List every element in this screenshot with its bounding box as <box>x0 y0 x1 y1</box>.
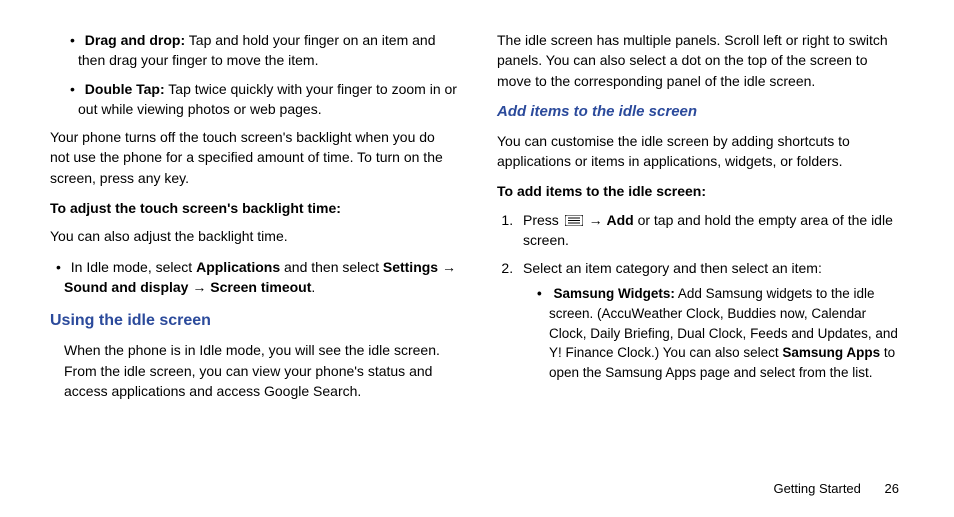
bullet-label: Drag and drop: <box>85 32 185 48</box>
bullet-settings-path: In Idle mode, select Applications and th… <box>50 257 457 298</box>
arrow: → <box>188 279 210 295</box>
samsung-widgets-label: Samsung Widgets: <box>554 286 675 301</box>
backlight-heading: To adjust the touch screen's backlight t… <box>50 198 457 218</box>
arrow: → <box>585 212 607 228</box>
two-column-layout: Drag and drop: Tap and hold your finger … <box>50 30 904 411</box>
bullet-label: Double Tap: <box>85 81 165 97</box>
sound-display-label: Sound and display <box>64 279 188 295</box>
step-2-text: Select an item category and then select … <box>523 260 822 276</box>
text-part: In Idle mode, select <box>71 259 196 275</box>
left-column: Drag and drop: Tap and hold your finger … <box>50 30 457 411</box>
arrow: → <box>438 259 456 275</box>
footer-section: Getting Started <box>773 481 860 496</box>
steps-list: Press → Add or tap and hold the empty ar… <box>497 210 904 383</box>
backlight-paragraph: Your phone turns off the touch screen's … <box>50 127 457 188</box>
add-label: Add <box>606 212 633 228</box>
bullet-double-tap: Double Tap: Tap twice quickly with your … <box>64 79 457 120</box>
screen-timeout-label: Screen timeout <box>210 279 311 295</box>
add-items-subheading: To add items to the idle screen: <box>497 181 904 201</box>
panels-para: The idle screen has multiple panels. Scr… <box>497 30 904 91</box>
customise-para: You can customise the idle screen by add… <box>497 131 904 172</box>
sub-bullet-samsung-widgets: Samsung Widgets: Add Samsung widgets to … <box>523 284 904 382</box>
page-footer: Getting Started 26 <box>773 480 899 499</box>
text-part: and then select <box>280 259 383 275</box>
idle-screen-para: When the phone is in Idle mode, you will… <box>64 340 457 401</box>
settings-label: Settings <box>383 259 438 275</box>
bullet-drag-drop: Drag and drop: Tap and hold your finger … <box>64 30 457 71</box>
applications-label: Applications <box>196 259 280 275</box>
idle-screen-heading: Using the idle screen <box>50 309 457 332</box>
right-column: The idle screen has multiple panels. Scr… <box>497 30 904 411</box>
samsung-apps-label: Samsung Apps <box>782 345 880 360</box>
text-part: . <box>311 279 315 295</box>
menu-icon <box>565 215 583 226</box>
text-part: Press <box>523 212 563 228</box>
step-1: Press → Add or tap and hold the empty ar… <box>517 210 904 251</box>
footer-page-number: 26 <box>885 481 899 496</box>
add-items-heading: Add items to the idle screen <box>497 101 904 123</box>
step-2: Select an item category and then select … <box>517 258 904 382</box>
backlight-adjust-para: You can also adjust the backlight time. <box>50 226 457 246</box>
